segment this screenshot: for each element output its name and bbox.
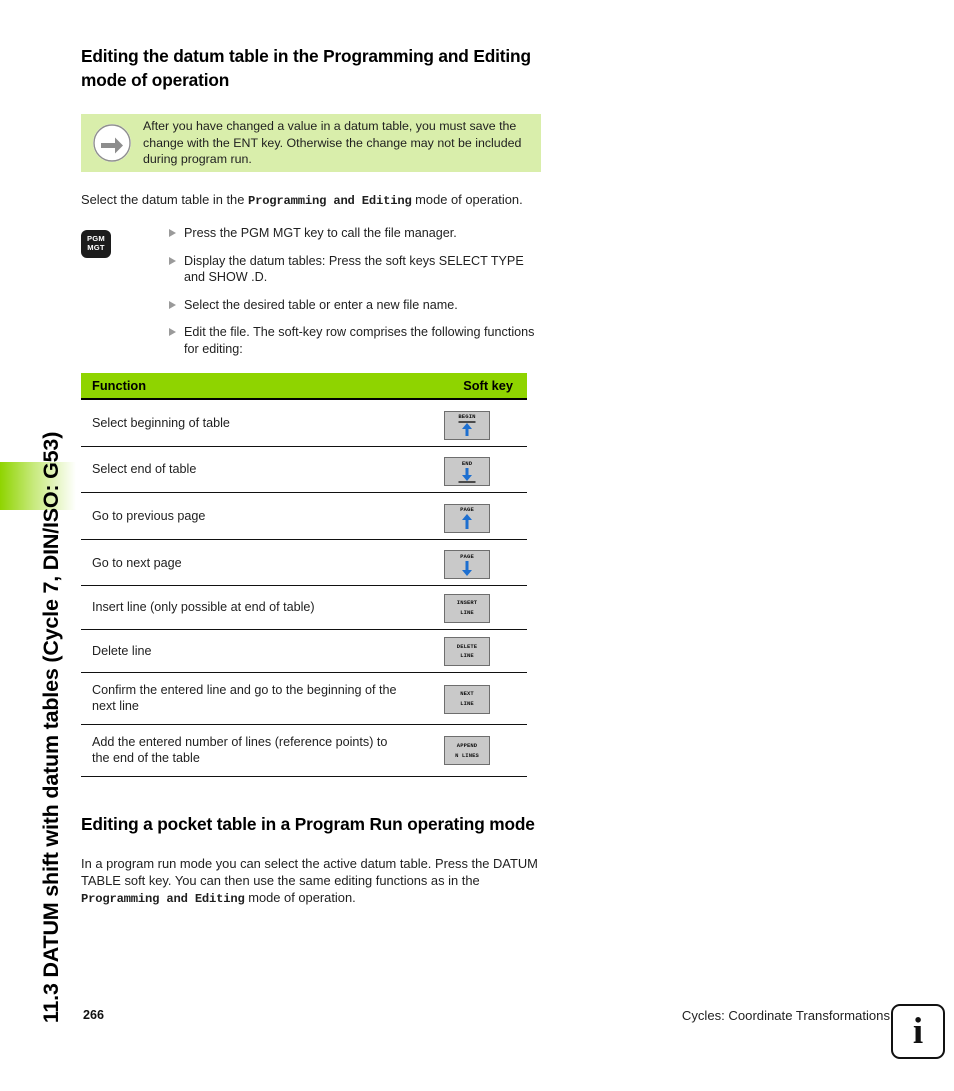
list-item: Edit the file. The soft-key row comprise… — [169, 324, 541, 357]
list-item: Select the desired table or enter a new … — [169, 297, 541, 313]
function-cell: Add the entered number of lines (referen… — [81, 724, 407, 777]
insert-line-softkey[interactable]: INSERT LINE — [444, 593, 490, 623]
page-footer: 266 Cycles: Coordinate Transformations — [0, 1003, 954, 1063]
next-line-softkey[interactable]: NEXT LINE — [444, 684, 490, 714]
outro-text-part1: In a program run mode you can select the… — [81, 856, 538, 889]
function-cell: Insert line (only possible at end of tab… — [81, 585, 407, 630]
info-icon: i — [891, 1004, 945, 1059]
table-row: Confirm the entered line and go to the b… — [81, 672, 527, 725]
softkey-label: END — [461, 459, 473, 467]
step-text: Select the desired table or enter a new … — [184, 297, 458, 312]
section-heading-editing-pocket-table: Editing a pocket table in a Program Run … — [81, 813, 535, 834]
triangle-bullet-icon — [169, 256, 176, 265]
softkey-label: NEXT — [460, 690, 474, 698]
step-text: Display the datum tables: Press the soft… — [184, 253, 524, 285]
begin-softkey[interactable]: BEGIN — [444, 410, 490, 440]
triangle-bullet-icon — [169, 229, 176, 238]
function-cell: Confirm the entered line and go to the b… — [81, 672, 407, 725]
softkey-label-second: LINE — [460, 652, 474, 660]
function-cell: Select beginning of table — [81, 399, 407, 447]
softkey-cell: BEGIN — [407, 399, 527, 447]
note-text: After you have changed a value in a datu… — [143, 118, 522, 167]
softkey-cell: END — [407, 446, 527, 494]
page-up-softkey[interactable]: PAGE — [444, 503, 490, 533]
end-softkey[interactable]: END — [444, 457, 490, 487]
outro-paragraph: In a program run mode you can select the… — [81, 855, 541, 908]
softkey-cell: NEXT LINE — [407, 672, 527, 725]
steps-block: PGM MGT Press the PGM MGT key to call th… — [81, 225, 541, 357]
step-text: Edit the file. The soft-key row comprise… — [184, 325, 535, 356]
intro-text-part1: Select the datum table in the — [81, 192, 248, 208]
softkey-label-second: LINE — [460, 609, 474, 617]
steps-list: Press the PGM MGT key to call the file m… — [169, 225, 541, 357]
table-row: Go to previous page PAGE — [81, 492, 527, 540]
list-item: Display the datum tables: Press the soft… — [169, 253, 541, 286]
delete-line-softkey[interactable]: DELETE LINE — [444, 637, 490, 667]
arrow-down-icon — [454, 561, 480, 577]
softkey-label: PAGE — [460, 506, 474, 514]
table-row: Insert line (only possible at end of tab… — [81, 585, 527, 630]
function-cell: Delete line — [81, 629, 407, 674]
table-row: Add the entered number of lines (referen… — [81, 724, 527, 777]
intro-paragraph: Select the datum table in the Programmin… — [81, 191, 541, 209]
pgm-mgt-key[interactable]: PGM MGT — [81, 230, 111, 259]
arrow-up-to-bar-icon — [454, 421, 480, 437]
intro-text-part2: mode of operation. — [411, 192, 523, 208]
chapter-title-text: 11.3 DATUM shift with datum tables (Cycl… — [39, 431, 64, 1024]
triangle-bullet-icon — [169, 328, 176, 337]
softkey-label-second: N LINES — [455, 751, 479, 759]
table-header-row: Function Soft key — [81, 373, 527, 401]
page-down-softkey[interactable]: PAGE — [444, 550, 490, 580]
append-n-lines-softkey[interactable]: APPEND N LINES — [444, 736, 490, 766]
note-callout: After you have changed a value in a datu… — [81, 114, 541, 173]
table-row: Select beginning of table BEGIN — [81, 399, 527, 447]
step-text: Press the PGM MGT key to call the file m… — [184, 226, 457, 241]
function-cell: Go to previous page — [81, 492, 407, 540]
note-icon-wrap — [81, 124, 143, 163]
softkey-label: APPEND — [456, 741, 478, 749]
softkey-label: DELETE — [456, 642, 478, 650]
arrow-down-to-bar-icon — [454, 467, 480, 483]
main-content: Editing the datum table in the Programmi… — [81, 0, 541, 908]
list-item: Press the PGM MGT key to call the file m… — [169, 225, 541, 241]
softkey-label: INSERT — [456, 599, 478, 607]
softkey-cell: PAGE — [407, 492, 527, 540]
chapter-title-vertical: 11.3 DATUM shift with datum tables (Cycl… — [30, 40, 74, 1023]
intro-mode-emphasis: Programming and Editing — [247, 194, 412, 209]
column-header-function: Function — [81, 373, 407, 401]
softkey-label-second: LINE — [460, 699, 474, 707]
table-row: Go to next page PAGE — [81, 539, 527, 587]
table-row: Delete line DELETE LINE — [81, 629, 527, 674]
outro-text-part2: mode of operation. — [244, 890, 356, 906]
page-number: 266 — [83, 1008, 105, 1022]
softkey-cell: DELETE LINE — [407, 629, 527, 674]
triangle-bullet-icon — [169, 300, 176, 309]
function-softkey-table: Function Soft key Select beginning of ta… — [81, 373, 527, 777]
footer-chapter-title: Cycles: Coordinate Transformations — [681, 1008, 890, 1023]
softkey-cell: INSERT LINE — [407, 585, 527, 630]
section-heading-editing-datum-table: Editing the datum table in the Programmi… — [81, 46, 531, 90]
softkey-label: PAGE — [460, 552, 474, 560]
softkey-cell: APPEND N LINES — [407, 724, 527, 777]
softkey-label: BEGIN — [458, 413, 476, 421]
function-cell: Select end of table — [81, 446, 407, 494]
softkey-cell: PAGE — [407, 539, 527, 587]
pgm-mgt-key-line2: MGT — [87, 243, 105, 253]
outro-mode-emphasis: Programming and Editing — [81, 892, 245, 907]
table-row: Select end of table END — [81, 446, 527, 494]
circle-arrow-icon — [93, 124, 131, 163]
column-header-softkey: Soft key — [407, 373, 527, 401]
function-cell: Go to next page — [81, 539, 407, 587]
arrow-up-icon — [454, 514, 480, 530]
